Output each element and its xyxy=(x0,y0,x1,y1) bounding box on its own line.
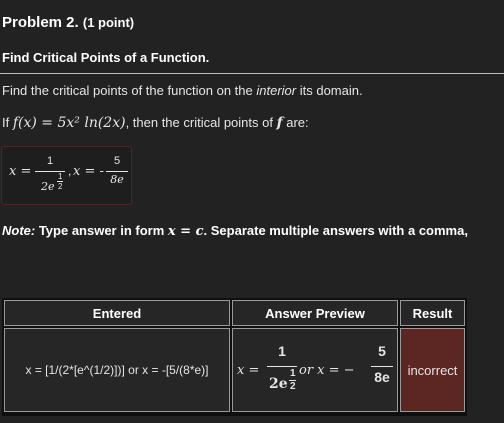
note-label: Note: xyxy=(2,223,36,238)
header-answer-preview: Answer Preview xyxy=(232,300,398,326)
answer-fraction-1: 1 2e 1 2 xyxy=(35,155,65,197)
header-result: Result xyxy=(400,300,465,326)
note-text: Note: Type answer in form x = c. Separat… xyxy=(2,223,468,239)
problem-title: Problem 2. xyxy=(2,14,79,31)
function-statement: If f(x) = 5x² ln(2x), then the critical … xyxy=(2,115,309,131)
note-text-2: . Separate multiple answers with a comma… xyxy=(203,223,468,238)
preview-den-1: 2e xyxy=(269,376,288,392)
preview-or-x-eq: or x = − xyxy=(299,363,355,378)
preview-den-2: 8e xyxy=(374,369,390,385)
answer-exp-num: 1 xyxy=(58,172,63,181)
preview-num-2: 5 xyxy=(378,343,386,359)
note-form: x = c xyxy=(167,224,204,239)
preview-exp-num: 1 xyxy=(290,368,296,379)
function-prefix: If xyxy=(2,115,13,130)
fraction-bar xyxy=(371,366,393,367)
result-status: incorrect xyxy=(407,362,458,378)
entered-cell: x = [1/(2*[e^(1/2)])] or x = -[5/(8*e)] xyxy=(4,328,230,412)
section-divider xyxy=(0,73,504,74)
answer-exp-den: 2 xyxy=(58,182,63,191)
problem-points: (1 point) xyxy=(82,15,135,30)
answer-x-eq-2: x = - xyxy=(73,164,104,179)
preview-num-1: 1 xyxy=(278,343,286,359)
instructions-before: Find the critical points of the function… xyxy=(2,83,257,98)
fraction-bar xyxy=(106,171,128,172)
preview-x-eq-1: x = xyxy=(237,363,260,378)
result-cell: incorrect xyxy=(400,328,465,412)
entered-answer: x = [1/(2*[e^(1/2)])] or x = -[5/(8*e)] xyxy=(25,363,209,377)
answer-input-box[interactable]: x = 1 2e 1 2 , x = - 5 8e xyxy=(1,146,132,205)
answer-separator: , xyxy=(68,164,72,178)
function-suffix: are: xyxy=(282,115,309,130)
preview-cell: x = 1 2e 1 2 or x = − 5 8e xyxy=(232,328,398,412)
preview-fraction-2: 5 8e xyxy=(371,343,393,391)
fraction-bar xyxy=(267,366,297,367)
instructions-text: Find the critical points of the function… xyxy=(2,83,363,98)
header-entered: Entered xyxy=(4,300,230,326)
instructions-emphasis: interior xyxy=(256,83,297,98)
instructions-after: its domain. xyxy=(296,83,363,98)
answer-den-1: 2e xyxy=(41,180,55,193)
note-text-1: Type answer in form xyxy=(35,223,168,238)
answer-den-2: 8e xyxy=(110,173,124,186)
function-middle: , then the critical points of xyxy=(125,115,277,130)
answer-num-1: 1 xyxy=(46,155,54,167)
answer-fraction-2: 5 8e xyxy=(106,155,128,193)
preview-exp-den: 2 xyxy=(290,381,296,392)
answer-num-2: 5 xyxy=(113,155,121,167)
results-table: Entered Answer Preview Result x = [1/(2*… xyxy=(2,298,467,416)
problem-heading: Problem 2. (1 point) xyxy=(2,14,134,31)
section-title: Find Critical Points of a Function. xyxy=(2,50,210,65)
answer-x-eq-1: x = xyxy=(9,164,32,179)
function-expression: f(x) = 5x² ln(2x) xyxy=(12,115,126,131)
preview-fraction-1: 1 2e 1 2 xyxy=(267,343,297,395)
